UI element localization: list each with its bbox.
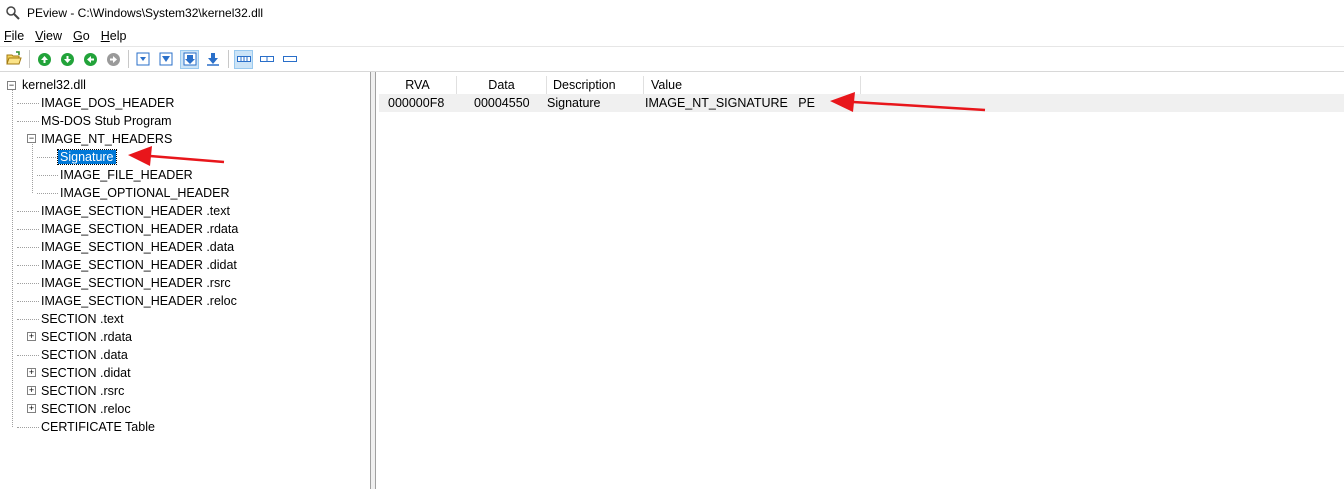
tree-connector	[17, 211, 39, 212]
tree-expand-button[interactable]: +	[27, 386, 36, 395]
gray-forward-arrow-icon[interactable]	[104, 50, 122, 68]
cell-data: 00004550	[474, 96, 530, 110]
tree-item-dos-stub[interactable]: MS-DOS Stub Program	[39, 112, 174, 130]
layout-icon-1[interactable]	[234, 49, 253, 69]
tree-item-root[interactable]: kernel32.dll	[20, 76, 88, 94]
menu-file[interactable]: File	[0, 29, 28, 43]
green-up-arrow-icon[interactable]	[35, 50, 53, 68]
column-header-data[interactable]: Data	[457, 76, 547, 94]
menu-bar: File View Go Help	[0, 26, 1344, 47]
menu-go[interactable]: Go	[69, 29, 94, 43]
toolbar	[0, 47, 1344, 72]
green-back-arrow-icon[interactable]	[81, 50, 99, 68]
tree-item-section-header-text[interactable]: IMAGE_SECTION_HEADER .text	[39, 202, 232, 220]
tree-connector	[17, 103, 39, 104]
view-hex-icon[interactable]	[134, 50, 152, 68]
tree-connector	[37, 193, 58, 194]
tree-expand-button[interactable]: +	[27, 368, 36, 377]
menu-view[interactable]: View	[31, 29, 66, 43]
tree-item-section-rdata[interactable]: SECTION .rdata	[39, 328, 134, 346]
tree-item-section-header-didat[interactable]: IMAGE_SECTION_HEADER .didat	[39, 256, 239, 274]
tree-collapse-button[interactable]: −	[7, 81, 16, 90]
tree-connector	[37, 175, 58, 176]
tree-item-section-rsrc[interactable]: SECTION .rsrc	[39, 382, 126, 400]
tree-item-section-header-reloc[interactable]: IMAGE_SECTION_HEADER .reloc	[39, 292, 239, 310]
layout-icon-2[interactable]	[258, 50, 276, 68]
tree-item-dos-header[interactable]: IMAGE_DOS_HEADER	[39, 94, 176, 112]
view-raw-icon[interactable]	[157, 50, 175, 68]
tree-item-section-data[interactable]: SECTION .data	[39, 346, 130, 364]
tree-item-certificate-table[interactable]: CERTIFICATE Table	[39, 418, 157, 436]
tree-view[interactable]: − − + + + + kernel32.dll IMAGE_DOS_HEADE…	[0, 72, 371, 489]
column-header-value[interactable]: Value	[644, 76, 861, 94]
tree-connector	[17, 283, 39, 284]
tree-connector	[17, 265, 39, 266]
tree-item-section-header-rdata[interactable]: IMAGE_SECTION_HEADER .rdata	[39, 220, 240, 238]
tree-connector	[17, 355, 39, 356]
tree-expand-button[interactable]: +	[27, 404, 36, 413]
tree-collapse-button[interactable]: −	[27, 134, 36, 143]
tree-connector	[32, 144, 33, 193]
column-header-description[interactable]: Description	[547, 76, 644, 94]
layout-icon-3[interactable]	[281, 50, 299, 68]
cell-description: Signature	[547, 96, 601, 110]
open-folder-icon[interactable]	[5, 50, 23, 68]
tree-item-section-header-data[interactable]: IMAGE_SECTION_HEADER .data	[39, 238, 236, 256]
tree-connector	[17, 247, 39, 248]
toolbar-separator	[128, 50, 129, 68]
window-title: PEview - C:\Windows\System32\kernel32.dl…	[27, 6, 264, 20]
toolbar-separator	[29, 50, 30, 68]
tree-connector	[17, 229, 39, 230]
toolbar-separator	[228, 50, 229, 68]
green-down-arrow-icon[interactable]	[58, 50, 76, 68]
tree-connector	[12, 90, 13, 427]
list-view[interactable]: RVA Data Description Value 000000F8 0000…	[376, 72, 1344, 489]
tree-connector	[37, 157, 58, 158]
column-header-rva[interactable]: RVA	[379, 76, 457, 94]
tree-item-signature[interactable]: Signature	[57, 148, 117, 166]
title-bar: PEview - C:\Windows\System32\kernel32.dl…	[0, 0, 1344, 26]
view-pressed-icon[interactable]	[180, 49, 199, 69]
tree-item-section-reloc[interactable]: SECTION .reloc	[39, 400, 133, 418]
tree-item-section-didat[interactable]: SECTION .didat	[39, 364, 133, 382]
magnifier-icon	[5, 5, 21, 21]
tree-connector	[17, 319, 39, 320]
tree-item-nt-headers[interactable]: IMAGE_NT_HEADERS	[39, 130, 174, 148]
tree-item-section-text[interactable]: SECTION .text	[39, 310, 126, 328]
view-download-icon[interactable]	[204, 50, 222, 68]
tree-item-optional-header[interactable]: IMAGE_OPTIONAL_HEADER	[58, 184, 232, 202]
tree-expand-button[interactable]: +	[27, 332, 36, 341]
cell-rva: 000000F8	[388, 96, 445, 110]
tree-connector	[17, 301, 39, 302]
cell-value: IMAGE_NT_SIGNATURE PE	[645, 96, 815, 110]
tree-connector	[17, 427, 39, 428]
menu-help[interactable]: Help	[97, 29, 131, 43]
tree-connector	[17, 121, 39, 122]
tree-item-section-header-rsrc[interactable]: IMAGE_SECTION_HEADER .rsrc	[39, 274, 233, 292]
tree-item-file-header[interactable]: IMAGE_FILE_HEADER	[58, 166, 195, 184]
table-row[interactable]: 000000F8 00004550 Signature IMAGE_NT_SIG…	[379, 94, 1344, 112]
